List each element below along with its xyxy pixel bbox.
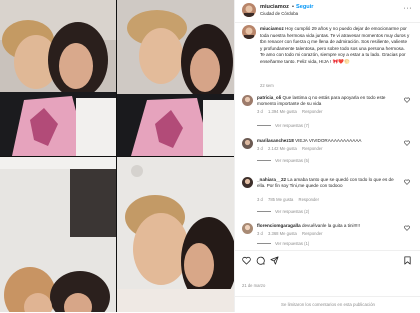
view-replies-label: Ver respuestas (2) bbox=[275, 209, 310, 214]
comment-meta: 3 d 785 Me gusta Responder bbox=[257, 197, 323, 202]
view-replies-button[interactable]: Ver respuestas (1) bbox=[257, 241, 309, 246]
commenter-avatar[interactable] bbox=[242, 95, 253, 106]
reply-button[interactable]: Responder bbox=[302, 231, 323, 236]
more-options-icon[interactable]: ··· bbox=[404, 5, 413, 12]
comment-time: 3 d bbox=[257, 197, 263, 202]
commenter-username[interactable]: marilasanchez18 bbox=[257, 138, 294, 143]
comment-time: 3 d bbox=[257, 231, 263, 236]
author-avatar[interactable] bbox=[242, 3, 256, 17]
comments-limited-notice: Se limitaron los comentarios en esta pub… bbox=[235, 296, 420, 313]
comment-likes[interactable]: 3.368 Me gusta bbox=[268, 231, 297, 236]
comment-body: devuélvanle la guita a tini!!!!! bbox=[301, 223, 360, 228]
post-photo-grid[interactable] bbox=[0, 0, 234, 312]
caption-text: miuciamoz Hoy cumplió 29 años y no puedo… bbox=[260, 26, 410, 66]
view-replies-label: Ver respuestas (1) bbox=[275, 241, 310, 246]
commenter-avatar[interactable] bbox=[242, 138, 253, 149]
comment-text: florenciomgaragalla devuélvanle la guita… bbox=[257, 223, 397, 229]
caption-time: 22 sem bbox=[260, 83, 274, 88]
post-date: 21 de marzo bbox=[242, 283, 266, 288]
post-location[interactable]: Ciudad de Córdoba bbox=[260, 11, 298, 16]
view-replies-label: Ver respuestas (7) bbox=[275, 123, 310, 128]
commenter-avatar[interactable] bbox=[242, 177, 253, 188]
post-side-panel: miuciamoz • Seguir Ciudad de Córdoba ···… bbox=[234, 0, 420, 312]
comment-text: patricia_oli Que lastima q no estás para… bbox=[257, 95, 397, 108]
commenter-avatar[interactable] bbox=[242, 223, 253, 234]
separator-dot: • bbox=[292, 4, 294, 10]
replies-divider bbox=[257, 211, 271, 213]
comment-icon[interactable] bbox=[256, 256, 265, 265]
comment-like-icon[interactable] bbox=[404, 179, 410, 185]
view-replies-button[interactable]: Ver respuestas (2) bbox=[257, 209, 309, 214]
comment-text: _nahiara__22 La amaba tanto que se quedó… bbox=[257, 177, 397, 190]
follow-button[interactable]: Seguir bbox=[296, 4, 313, 10]
bookmark-icon[interactable] bbox=[403, 256, 412, 265]
reply-button[interactable]: Responder bbox=[302, 109, 323, 114]
share-icon[interactable] bbox=[270, 256, 279, 265]
photo-bottom-right bbox=[117, 157, 234, 312]
comment-text: marilasanchez18 VIEJA VIVIDORAAAAAAAAAAA bbox=[257, 138, 397, 144]
commenter-username[interactable]: patricia_oli bbox=[257, 95, 281, 100]
comment-body: VIEJA VIVIDORAAAAAAAAAAA bbox=[295, 138, 362, 143]
view-replies-button[interactable]: Ver respuestas (7) bbox=[257, 123, 309, 128]
post-action-bar bbox=[235, 250, 420, 273]
replies-divider bbox=[257, 160, 271, 162]
comment-like-icon[interactable] bbox=[404, 225, 410, 231]
view-replies-label: Ver respuestas (5) bbox=[275, 158, 310, 163]
comment-meta: 3 d 2.142 Me gusta Responder bbox=[257, 146, 327, 151]
view-replies-button[interactable]: Ver respuestas (5) bbox=[257, 158, 309, 163]
post-header: miuciamoz • Seguir Ciudad de Córdoba ··· bbox=[235, 0, 420, 23]
caption-avatar[interactable] bbox=[242, 25, 256, 39]
replies-divider bbox=[257, 125, 271, 127]
comment-meta: 3 d 1.394 Me gusta Responder bbox=[257, 109, 327, 114]
comment-time: 3 d bbox=[257, 109, 263, 114]
comment-likes[interactable]: 2.142 Me gusta bbox=[268, 146, 297, 151]
heart-icon[interactable] bbox=[242, 256, 251, 265]
caption-username[interactable]: miuciamoz bbox=[260, 26, 284, 31]
caption-body: Hoy cumplió 29 años y no puedo dejar de … bbox=[260, 26, 410, 64]
commenter-username[interactable]: florenciomgaragalla bbox=[257, 223, 301, 228]
comment-meta: 3 d 3.368 Me gusta Responder bbox=[257, 231, 327, 236]
comment-like-icon[interactable] bbox=[404, 140, 410, 146]
reply-button[interactable]: Responder bbox=[299, 197, 320, 202]
reply-button[interactable]: Responder bbox=[302, 146, 323, 151]
comment-like-icon[interactable] bbox=[404, 97, 410, 103]
commenter-username[interactable]: _nahiara__22 bbox=[257, 177, 286, 182]
comment-likes[interactable]: 785 Me gusta bbox=[268, 197, 293, 202]
comment-time: 3 d bbox=[257, 146, 263, 151]
photo-top-right bbox=[117, 0, 234, 156]
photo-bottom-left bbox=[0, 157, 116, 312]
replies-divider bbox=[257, 243, 271, 245]
comment-likes[interactable]: 1.394 Me gusta bbox=[268, 109, 297, 114]
author-username[interactable]: miuciamoz bbox=[260, 4, 289, 10]
photo-top-left bbox=[0, 0, 116, 156]
